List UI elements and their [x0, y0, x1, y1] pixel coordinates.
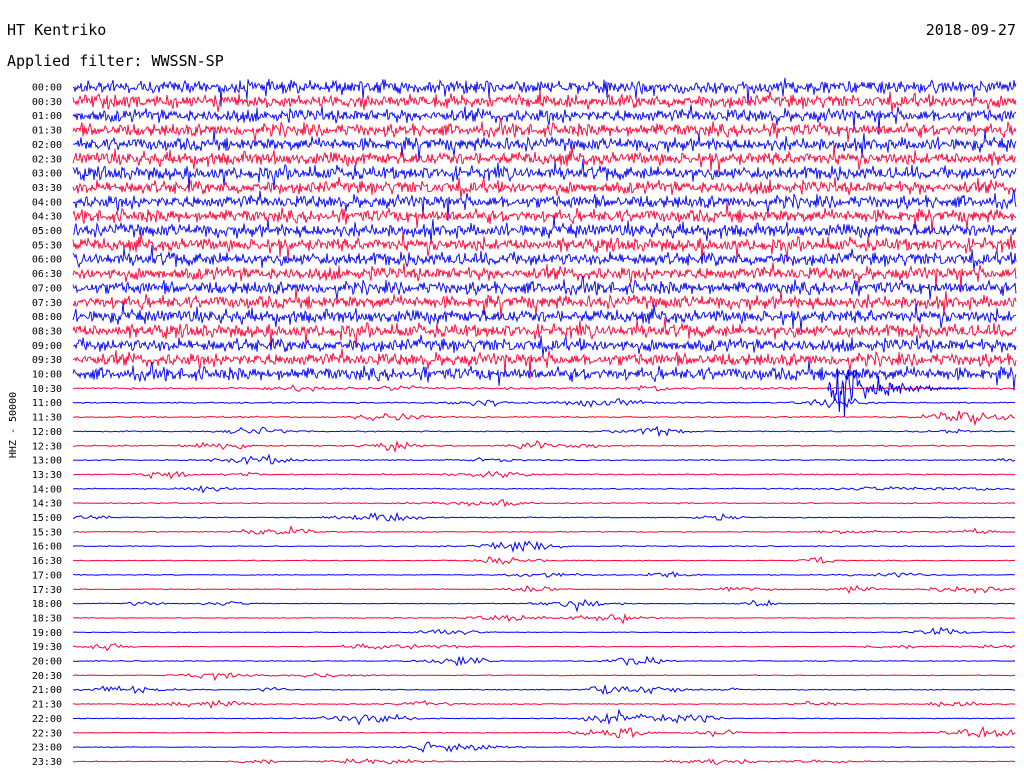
trace-line — [73, 410, 1016, 427]
time-tick-label: 03:00 — [32, 169, 62, 180]
time-tick-label: 07:00 — [32, 283, 62, 294]
time-tick-label: 09:30 — [32, 355, 62, 366]
filter-label: Applied filter: WWSSN-SP — [7, 52, 224, 70]
trace-line — [72, 626, 1016, 636]
trace-line — [72, 584, 1016, 595]
trace-line — [72, 453, 1016, 466]
time-tick-label: 08:00 — [32, 312, 62, 323]
time-tick-label: 10:00 — [32, 370, 62, 381]
trace-line — [72, 302, 1017, 331]
time-tick-label: 08:30 — [32, 326, 62, 337]
trace-line — [72, 655, 1016, 667]
trace-line — [72, 425, 1016, 438]
trace-line — [72, 334, 1017, 357]
time-tick-label: 10:30 — [32, 384, 62, 395]
time-tick-label: 05:30 — [32, 240, 62, 251]
time-tick-label: 11:30 — [32, 413, 62, 424]
trace-line — [72, 145, 1017, 174]
trace-line — [72, 741, 1016, 753]
trace-line — [72, 470, 1016, 480]
time-tick-label: 06:00 — [32, 255, 62, 266]
trace-line — [72, 396, 1016, 409]
time-tick-label: 16:30 — [32, 556, 62, 567]
trace-line — [72, 642, 1016, 652]
time-tick-label: 18:30 — [32, 613, 62, 624]
trace-line — [72, 685, 1016, 696]
time-tick-label: 00:00 — [32, 83, 62, 94]
trace-line — [72, 672, 1016, 682]
time-tick-label: 17:30 — [32, 585, 62, 596]
time-tick-label: 21:30 — [32, 700, 62, 711]
time-tick-label: 12:30 — [32, 441, 62, 452]
trace-line — [72, 540, 1015, 553]
trace-line — [73, 525, 1016, 536]
trace-line — [73, 484, 1016, 494]
trace-line — [72, 556, 1016, 565]
trace-line — [73, 613, 1016, 625]
helicorder-plot: 00:00 00:30 01:00 01:30 02:00 02:30 03:00 03:30… — [8, 77, 1017, 768]
trace-line — [73, 725, 1016, 739]
tick-label-group: 00:00 00:30 01:00 01:30 02:00 02:30 03:00 03:30… — [32, 83, 62, 768]
time-tick-label: 04:30 — [32, 212, 62, 223]
trace-line — [73, 440, 1016, 454]
time-tick-label: 07:30 — [32, 298, 62, 309]
trace-line — [72, 598, 1016, 613]
time-tick-label: 01:00 — [32, 111, 62, 122]
trace-line — [72, 571, 1016, 579]
time-tick-label: 04:00 — [32, 197, 62, 208]
time-tick-label: 03:30 — [32, 183, 62, 194]
trace-line — [72, 699, 1015, 710]
event-trace — [826, 368, 968, 417]
time-tick-label: 15:00 — [32, 513, 62, 524]
time-tick-label: 22:00 — [32, 714, 62, 725]
time-tick-label: 23:30 — [32, 757, 62, 768]
time-tick-label: 21:00 — [32, 685, 62, 696]
time-tick-label: 06:30 — [32, 269, 62, 280]
trace-line — [72, 288, 1017, 319]
time-tick-label: 19:30 — [32, 642, 62, 653]
time-tick-label: 02:30 — [32, 154, 62, 165]
trace-line — [73, 758, 1016, 766]
time-tick-label: 22:30 — [32, 728, 62, 739]
time-tick-label: 13:00 — [32, 456, 62, 467]
time-tick-label: 05:00 — [32, 226, 62, 237]
time-tick-label: 18:00 — [32, 599, 62, 610]
time-tick-label: 23:00 — [32, 743, 62, 754]
time-tick-label: 15:30 — [32, 527, 62, 538]
time-tick-label: 02:00 — [32, 140, 62, 151]
trace-line — [72, 176, 1017, 199]
time-tick-label: 11:00 — [32, 398, 62, 409]
time-tick-label: 16:00 — [32, 542, 62, 553]
time-tick-label: 12:00 — [32, 427, 62, 438]
trace-line — [72, 511, 1016, 522]
trace-line — [72, 498, 1016, 508]
trace-line — [72, 89, 1017, 113]
trace-line — [73, 708, 1016, 726]
helicorder-view: { "header": { "station": "HT Kentriko", … — [0, 0, 1024, 780]
time-tick-label: 00:30 — [32, 97, 62, 108]
time-tick-label: 20:00 — [32, 657, 62, 668]
time-tick-label: 01:30 — [32, 126, 62, 137]
time-tick-label: 09:00 — [32, 341, 62, 352]
time-tick-label: 19:00 — [32, 628, 62, 639]
trace-group — [72, 77, 1017, 766]
y-axis-label: HHZ - 50000 — [8, 392, 19, 458]
time-tick-label: 17:00 — [32, 570, 62, 581]
time-tick-label: 13:30 — [32, 470, 62, 481]
time-tick-label: 14:00 — [32, 484, 62, 495]
time-tick-label: 14:30 — [32, 499, 62, 510]
time-tick-label: 20:30 — [32, 671, 62, 682]
